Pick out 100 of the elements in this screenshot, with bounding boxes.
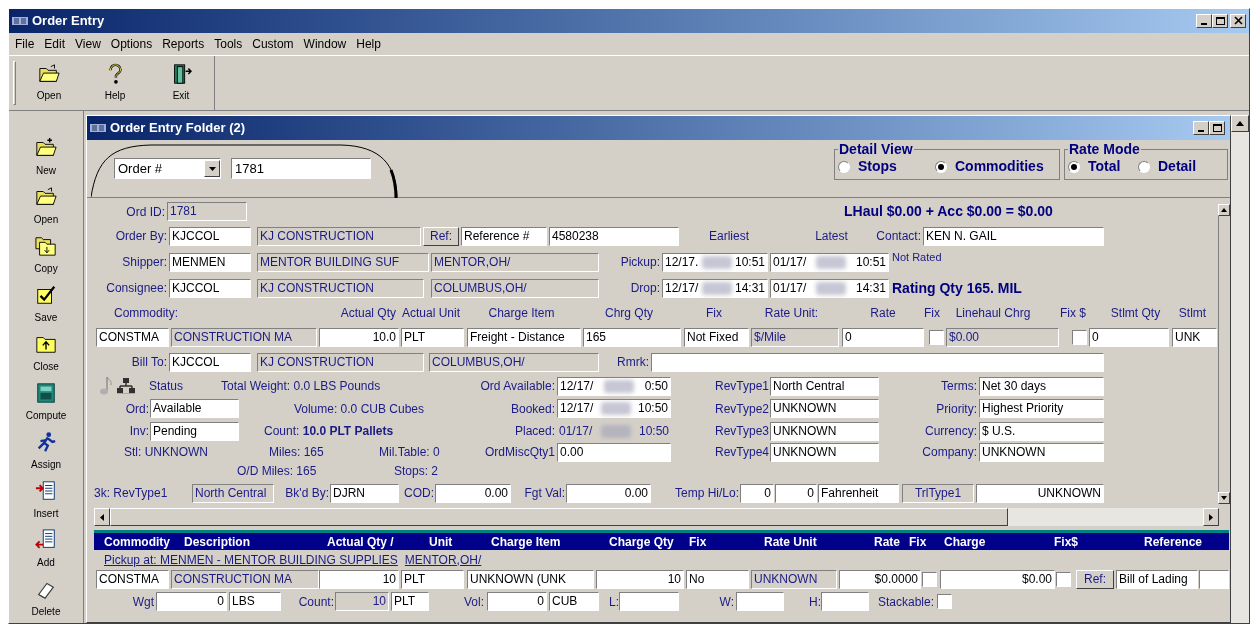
- input-field[interactable]: 0: [156, 592, 227, 611]
- input-field[interactable]: 10: [596, 570, 684, 589]
- input-field[interactable]: CONSTMA: [96, 327, 169, 347]
- toolbar-button[interactable]: Exit: [148, 58, 214, 108]
- menu-item[interactable]: Custom: [247, 35, 299, 53]
- input-field[interactable]: 0.00: [557, 442, 671, 462]
- input-field[interactable]: KEN N. GAIL: [923, 226, 1104, 246]
- input-field[interactable]: CUB: [549, 592, 599, 611]
- menu-item[interactable]: Options: [105, 35, 158, 53]
- input-field[interactable]: UNK: [1172, 327, 1217, 347]
- input-field[interactable]: 0: [740, 483, 774, 503]
- input-field[interactable]: Fahrenheit: [818, 483, 899, 503]
- input-field[interactable]: 10: [319, 570, 399, 589]
- order-number-field[interactable]: 1781: [231, 158, 371, 179]
- minimize-button[interactable]: [1193, 121, 1209, 135]
- radio-button[interactable]: Commodities: [935, 156, 1044, 177]
- menu-item[interactable]: View: [70, 35, 106, 53]
- checkbox[interactable]: [937, 594, 952, 609]
- close-button[interactable]: [1230, 14, 1246, 28]
- input-field[interactable]: UNKNOWN: [770, 442, 879, 462]
- input-field[interactable]: Reference #: [461, 226, 547, 246]
- menu-item[interactable]: Edit: [39, 35, 71, 53]
- input-field[interactable]: CONSTMA: [96, 570, 169, 589]
- input-field[interactable]: Available: [150, 399, 239, 418]
- input-field[interactable]: MENMEN: [169, 252, 251, 272]
- input-field[interactable]: 0: [487, 592, 547, 611]
- sidebar-button[interactable]: Delete: [11, 574, 81, 623]
- minimize-button[interactable]: [1196, 14, 1212, 28]
- menu-item[interactable]: Help: [351, 35, 386, 53]
- input-field[interactable]: PLT: [391, 592, 429, 611]
- sidebar-button[interactable]: Close: [11, 329, 81, 378]
- sidebar-button[interactable]: Open: [11, 182, 81, 231]
- checkbox[interactable]: [922, 572, 937, 587]
- menu-item[interactable]: Tools: [209, 35, 248, 53]
- datetime-field[interactable]: 01/17/ 14:31: [770, 278, 889, 298]
- input-field[interactable]: UNKNOWN: [770, 421, 879, 441]
- datetime-field[interactable]: 12/17. 10:51: [662, 252, 768, 272]
- radio-button[interactable]: Detail: [1138, 156, 1197, 177]
- menu-item[interactable]: Reports: [157, 35, 210, 53]
- toolbar-button[interactable]: Help: [82, 58, 148, 108]
- input-field[interactable]: UNKNOWN: [770, 399, 879, 418]
- sidebar-button[interactable]: New: [11, 133, 81, 182]
- input-field[interactable]: $ U.S.: [979, 421, 1104, 441]
- radio-indicator[interactable]: [935, 160, 947, 173]
- menu-item[interactable]: File: [10, 35, 40, 53]
- sidebar-button[interactable]: Assign: [11, 427, 81, 476]
- sidebar-button[interactable]: Save: [11, 280, 81, 329]
- input-field[interactable]: KJCCOL: [169, 352, 251, 372]
- sidebar-button[interactable]: Compute: [11, 378, 81, 427]
- input-field[interactable]: 4580238: [549, 226, 679, 246]
- radio-button[interactable]: Stops: [838, 156, 935, 177]
- ref-button[interactable]: Ref:: [1076, 570, 1114, 589]
- input-field[interactable]: $0.00: [940, 570, 1055, 589]
- datetime-field[interactable]: 01/17/ 10:51: [770, 252, 889, 272]
- input-field[interactable]: PLT: [401, 327, 464, 347]
- input-field[interactable]: [821, 592, 869, 611]
- radio-indicator[interactable]: [1068, 160, 1080, 173]
- input-field[interactable]: Freight - Distance: [467, 327, 581, 347]
- radio-button[interactable]: Total: [1068, 156, 1138, 177]
- maximize-button[interactable]: [1212, 14, 1228, 28]
- input-field[interactable]: LBS: [229, 592, 281, 611]
- sidebar-button[interactable]: Insert: [11, 476, 81, 525]
- maximize-button[interactable]: [1209, 121, 1225, 135]
- pickup-link[interactable]: MENTOR,OH/: [404, 550, 482, 569]
- input-field[interactable]: 0: [842, 327, 924, 347]
- datetime-field[interactable]: 12/17/ 10:50: [557, 399, 671, 418]
- input-field[interactable]: [1199, 570, 1229, 589]
- checkbox[interactable]: [1056, 572, 1071, 587]
- input-field[interactable]: 0: [1089, 327, 1169, 347]
- input-field[interactable]: UNKNOWN (UNK: [467, 570, 594, 589]
- input-field[interactable]: 0.00: [435, 483, 511, 503]
- input-field[interactable]: PLT: [401, 570, 464, 589]
- radio-indicator[interactable]: [1138, 160, 1150, 173]
- vertical-scrollbar[interactable]: [1231, 115, 1249, 623]
- menu-item[interactable]: Window: [298, 35, 352, 53]
- checkbox[interactable]: [1072, 329, 1087, 345]
- input-field[interactable]: No: [686, 570, 749, 589]
- ref-button[interactable]: Ref:: [423, 226, 459, 246]
- radio-indicator[interactable]: [838, 160, 850, 173]
- datetime-field[interactable]: 12/17/ 14:31: [662, 278, 768, 298]
- input-field[interactable]: [619, 592, 679, 611]
- order-type-dropdown[interactable]: Order #: [114, 158, 221, 179]
- input-field[interactable]: 0: [775, 483, 817, 503]
- input-field[interactable]: Highest Priority: [979, 399, 1104, 418]
- input-field[interactable]: [736, 592, 784, 611]
- input-field[interactable]: $0.0000: [839, 570, 921, 589]
- input-field[interactable]: DJRN: [330, 483, 399, 503]
- input-field[interactable]: 0.00: [566, 483, 651, 503]
- toolbar-button[interactable]: Open: [16, 58, 82, 108]
- input-field[interactable]: Not Fixed: [684, 327, 749, 347]
- horizontal-scrollbar[interactable]: [94, 508, 1219, 526]
- input-field[interactable]: [651, 352, 1104, 372]
- input-field[interactable]: 165: [583, 327, 681, 347]
- sidebar-button[interactable]: Add: [11, 525, 81, 574]
- input-field[interactable]: UNKNOWN: [979, 442, 1104, 462]
- input-field[interactable]: 10.0: [319, 327, 399, 347]
- input-field[interactable]: KJCCOL: [169, 278, 251, 298]
- sidebar-button[interactable]: Copy: [11, 231, 81, 280]
- datetime-field[interactable]: 12/17/ 0:50: [557, 376, 671, 396]
- input-field[interactable]: KJCCOL: [169, 226, 251, 246]
